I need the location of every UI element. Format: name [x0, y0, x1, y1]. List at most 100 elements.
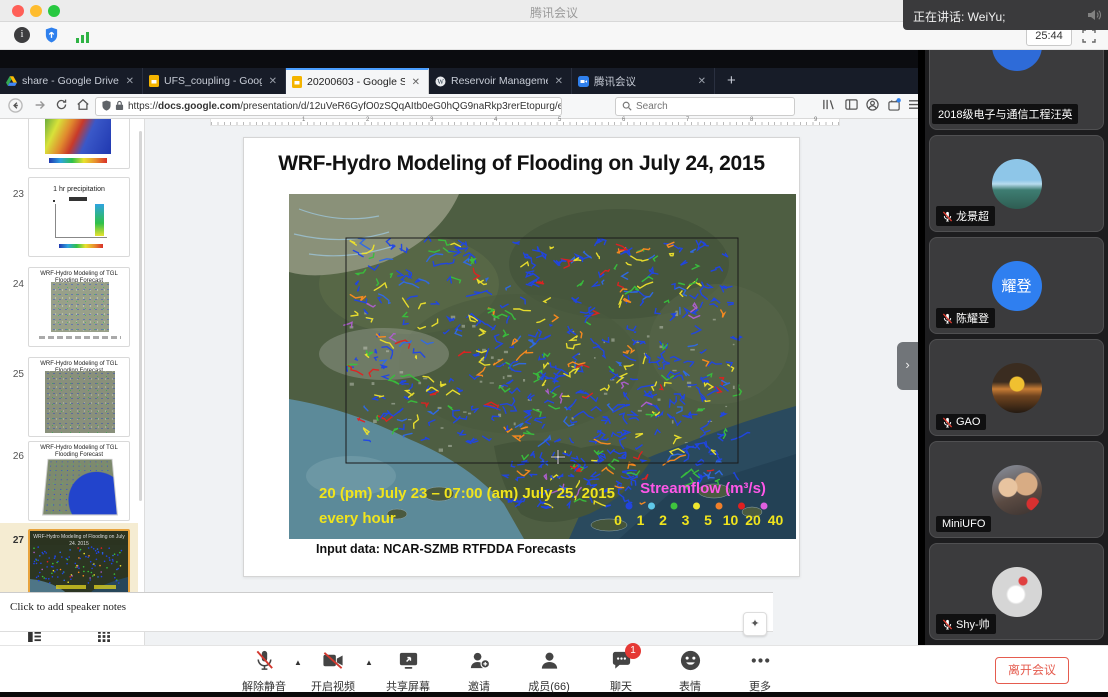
sidebar-collapse-handle[interactable]: ›: [897, 342, 918, 390]
tab-close-icon[interactable]: ✕: [124, 76, 136, 87]
participant-tile[interactable]: GAO: [929, 339, 1104, 436]
leave-meeting-button[interactable]: 离开会议: [995, 657, 1069, 684]
chat-button[interactable]: 1 聊天: [589, 649, 653, 694]
tab-close-icon[interactable]: ✕: [696, 76, 708, 87]
account-icon[interactable]: [866, 98, 879, 115]
participant-tile[interactable]: Shy-帅: [929, 543, 1104, 640]
slide-canvas[interactable]: WRF-Hydro Modeling of Flooding on July 2…: [243, 137, 800, 577]
forward-icon[interactable]: [33, 98, 47, 116]
thumbnail-map-image: [42, 459, 118, 516]
svg-text:40: 40: [768, 512, 784, 528]
explore-button[interactable]: ✦: [743, 612, 767, 636]
members-icon: [538, 649, 561, 672]
search-input[interactable]: [636, 101, 776, 112]
participant-tile[interactable]: 2018级电子与通信工程汪英: [929, 50, 1104, 130]
emoji-button[interactable]: 表情: [658, 649, 722, 694]
participant-tile[interactable]: MiniUFO: [929, 441, 1104, 538]
svg-text:0: 0: [614, 512, 622, 528]
tab-close-icon[interactable]: ✕: [553, 76, 565, 87]
browser-tab-tencent-meeting[interactable]: 腾讯会议 ✕: [572, 68, 715, 94]
slide-number: 25: [6, 369, 24, 380]
thumbnail-colorbar: [59, 244, 103, 248]
chat-badge: 1: [625, 643, 641, 659]
reload-icon[interactable]: [55, 98, 68, 115]
mic-muted-icon: [942, 417, 953, 428]
tracking-shield-icon[interactable]: [102, 100, 111, 114]
browser-tab-reservoir[interactable]: W Reservoir Management - Welc ✕: [429, 68, 572, 94]
lock-icon: [115, 100, 124, 114]
svg-text:1: 1: [637, 512, 645, 528]
slide-number: 23: [6, 189, 24, 200]
tab-title: share - Google Drive: [22, 75, 119, 87]
thumbnail-map-image: [30, 545, 128, 597]
browser-tab-drive[interactable]: share - Google Drive ✕: [0, 68, 143, 94]
avatar: [992, 50, 1042, 71]
browser-tab-20200603-active[interactable]: 20200603 - Google Slides ✕: [286, 68, 429, 94]
legend-dot: [626, 503, 633, 510]
more-icon: [749, 649, 772, 672]
home-icon[interactable]: [76, 98, 90, 115]
new-tab-button[interactable]: +: [715, 68, 748, 94]
thumbnail-map-image: [45, 371, 115, 433]
camera-off-icon: [321, 649, 345, 672]
legend-dot: [761, 503, 768, 510]
video-options-caret[interactable]: ▲: [365, 658, 373, 667]
extension-icon[interactable]: [888, 98, 901, 115]
participant-name: 2018级电子与通信工程汪英: [932, 104, 1078, 124]
more-button[interactable]: 更多: [728, 649, 792, 694]
svg-text:10: 10: [723, 512, 739, 528]
mic-muted-icon: [942, 313, 953, 324]
speaking-banner: 正在讲话: WeiYu;: [903, 0, 1108, 30]
speaking-banner-text: 正在讲话: WeiYu;: [913, 8, 1005, 25]
back-icon[interactable]: [8, 98, 23, 117]
emoji-icon: [679, 649, 702, 672]
mic-muted-icon: [942, 211, 953, 222]
participant-tile[interactable]: 龙景超: [929, 135, 1104, 232]
legend-dot: [716, 503, 723, 510]
slide-thumbnail-27-selected[interactable]: WRF-Hydro Modeling of Flooding on July 2…: [28, 529, 130, 599]
participant-tile[interactable]: 耀登 陈耀登: [929, 237, 1104, 334]
search-bar[interactable]: [615, 97, 795, 116]
browser-navbar: https://docs.google.com/presentation/d/1…: [0, 94, 925, 119]
time-caption-line1: 20 (pm) July 23 – 07:00 (am) July 25, 20…: [319, 485, 615, 502]
library-icon[interactable]: [822, 98, 835, 115]
svg-text:3: 3: [682, 512, 690, 528]
speaker-notes-bar[interactable]: Click to add speaker notes: [0, 592, 773, 632]
tab-close-icon[interactable]: ✕: [267, 76, 279, 87]
participant-name: MiniUFO: [936, 516, 991, 532]
speaker-icon: [1086, 7, 1102, 28]
mic-muted-icon: [942, 619, 953, 630]
slide-thumbnail-22-partial[interactable]: [28, 119, 130, 169]
meeting-info-icon[interactable]: i: [14, 27, 30, 43]
avatar: [992, 567, 1042, 617]
url-bar[interactable]: https://docs.google.com/presentation/d/1…: [95, 97, 562, 116]
svg-text:2: 2: [659, 512, 667, 528]
network-signal-icon[interactable]: [76, 30, 90, 48]
input-data-note: Input data: NCAR-SZMB RTFDDA Forecasts: [316, 542, 576, 556]
share-screen-button[interactable]: 共享屏幕: [376, 649, 440, 694]
fullscreen-icon[interactable]: [1082, 29, 1096, 48]
meeting-security-shield-icon[interactable]: [44, 26, 59, 49]
tencent-meeting-icon: [578, 76, 589, 87]
slide-thumbnail-26[interactable]: WRF-Hydro Modeling of TGL Flooding Forec…: [28, 441, 130, 521]
tab-close-icon[interactable]: ✕: [410, 77, 422, 88]
window-edge: [918, 50, 925, 645]
unmute-button[interactable]: 解除静音: [232, 649, 296, 694]
invite-button[interactable]: 邀请: [447, 649, 511, 694]
participant-name: GAO: [936, 414, 986, 430]
slide-number: 26: [6, 451, 24, 462]
thumbnail-colorbar: [49, 158, 107, 163]
start-video-button[interactable]: 开启视频: [301, 649, 365, 694]
sidebar-view-icon[interactable]: [845, 98, 858, 115]
tab-title: Reservoir Management - Welc: [451, 75, 548, 87]
thumbnail-plot-label: [69, 197, 87, 201]
slide-thumbnail-25[interactable]: WRF-Hydro Modeling of TGL Flooding Forec…: [28, 357, 130, 437]
browser-tab-ufs-coupling[interactable]: UFS_coupling - Google Slides ✕: [143, 68, 286, 94]
slide-thumbnail-24[interactable]: WRF-Hydro Modeling of TGL Flooding Forec…: [28, 267, 130, 347]
mic-muted-icon: [253, 649, 276, 672]
slide-thumbnail-23[interactable]: 1 hr precipitation: [28, 177, 130, 257]
members-button[interactable]: 成员(66): [517, 649, 581, 694]
participant-name: 龙景超: [936, 206, 995, 226]
avatar: [992, 159, 1042, 209]
filmstrip-scrollbar[interactable]: [139, 131, 142, 501]
